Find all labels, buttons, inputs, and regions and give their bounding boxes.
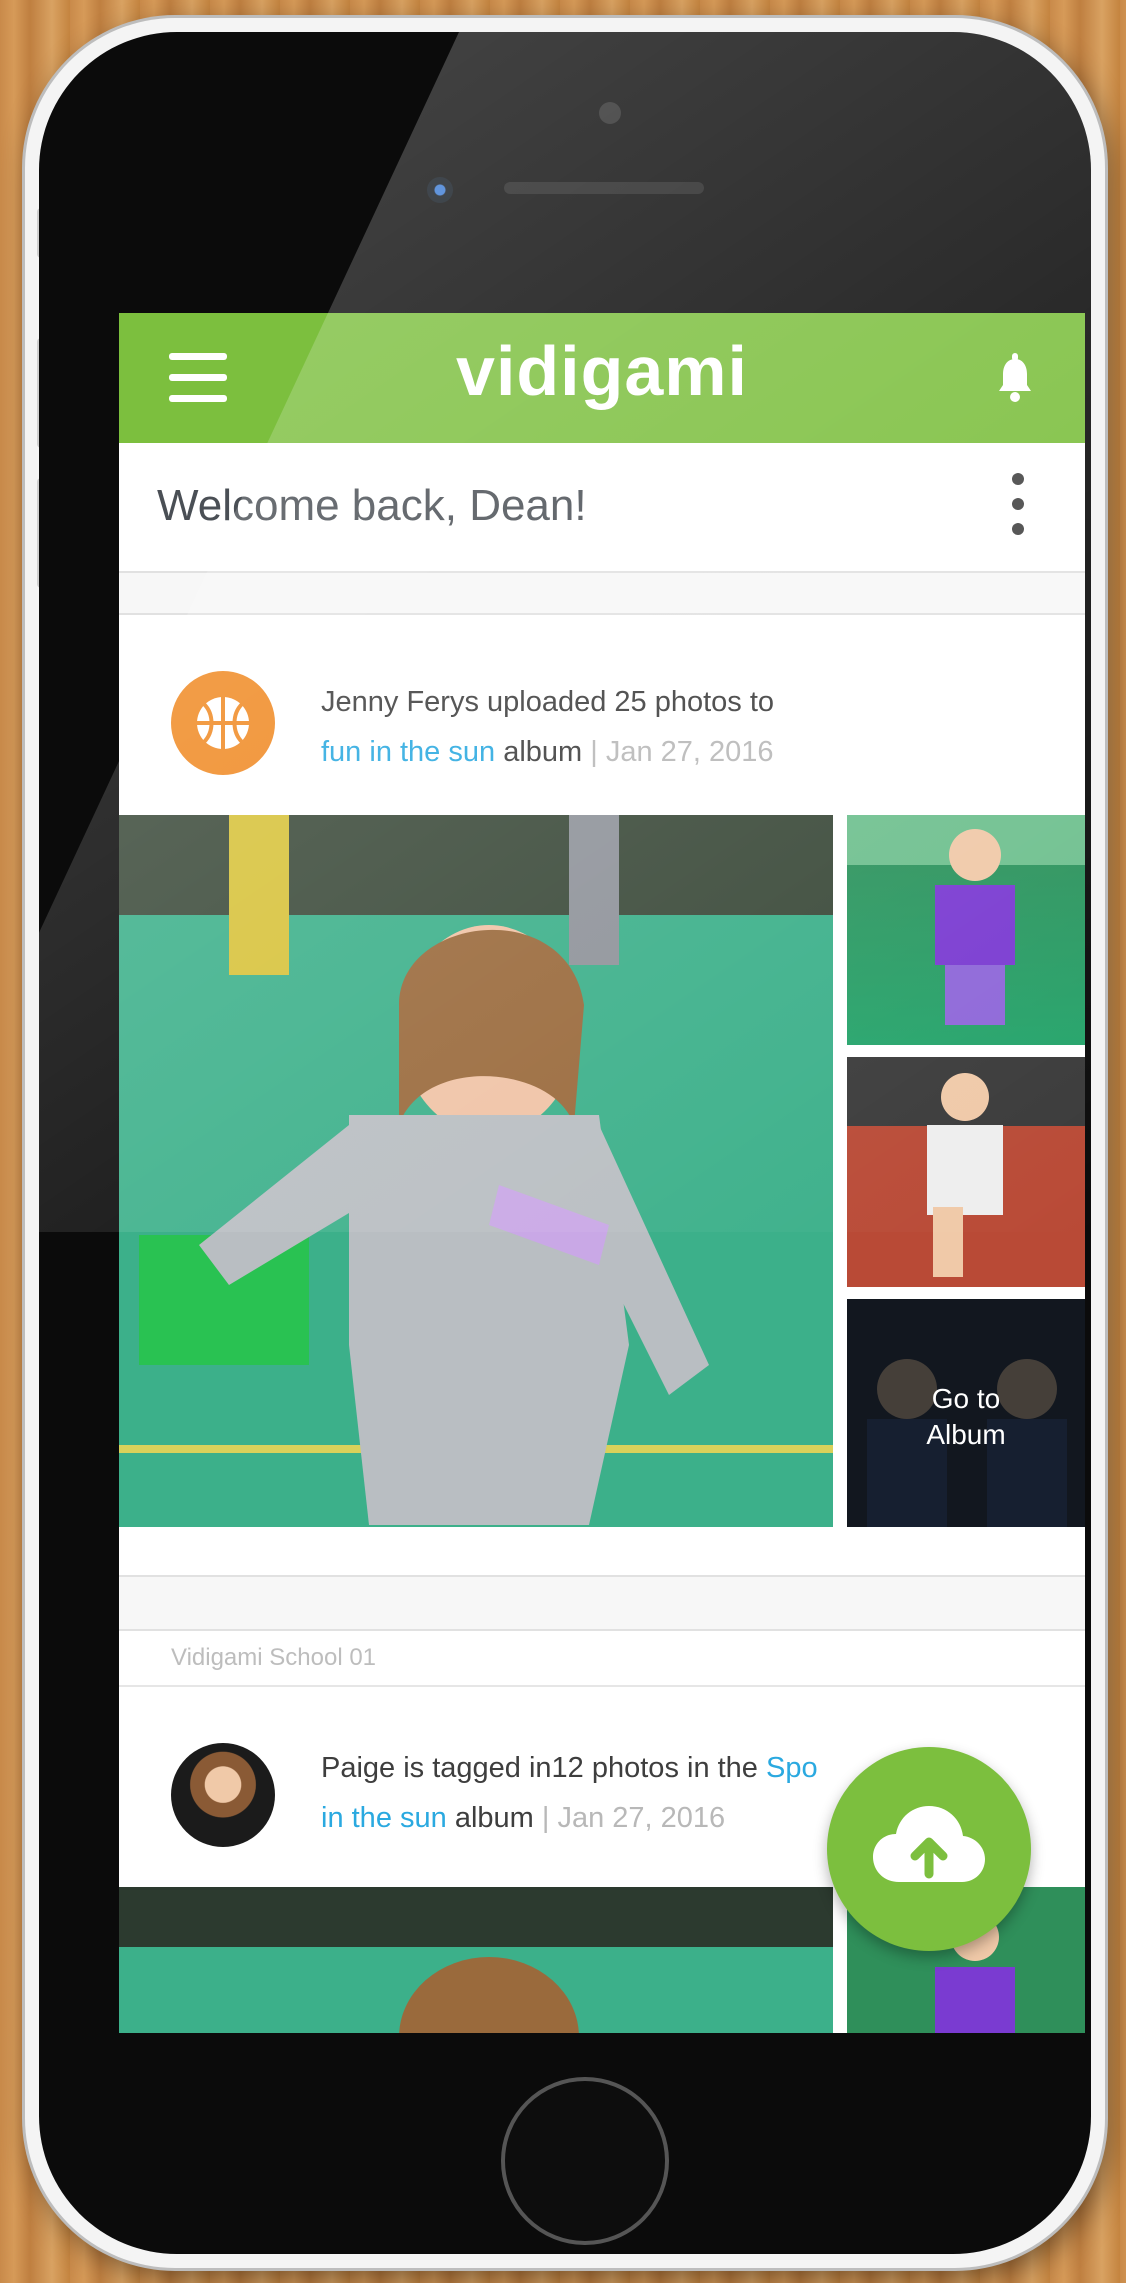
album-link[interactable]: fun in the sun <box>321 736 495 768</box>
activity-text-before: Jenny Ferys uploaded 25 photos to <box>321 686 775 718</box>
phone-device: vidigami Welcome back, Dean! Jenny Ferys… <box>25 18 1105 2268</box>
activity-date: Jan 27, 2016 <box>605 736 774 768</box>
home-button[interactable] <box>501 2077 669 2245</box>
brand-logo: vidigami <box>456 332 748 410</box>
activity-row: Jenny Ferys uploaded 25 photos to fun in… <box>119 615 1085 815</box>
photo-main[interactable] <box>119 815 833 1527</box>
photo-grid: Go to Album <box>119 815 1085 1527</box>
photo-thumb-2[interactable] <box>847 1057 1085 1287</box>
front-sensor <box>599 102 621 124</box>
album-link-2b[interactable]: in the sun <box>321 1802 447 1834</box>
cloud-upload-icon <box>869 1802 989 1897</box>
album-link-2a[interactable]: Spo <box>766 1752 818 1784</box>
feed-divider <box>119 573 1085 615</box>
activity-text: Jenny Ferys uploaded 25 photos to fun in… <box>321 677 774 777</box>
school-label: Vidigami School 01 <box>119 1631 1085 1687</box>
activity-text-before-2: Paige is tagged in12 photos in the <box>321 1752 766 1784</box>
upload-fab[interactable] <box>827 1747 1031 1951</box>
front-camera <box>427 177 453 203</box>
app-bar: vidigami <box>119 313 1085 443</box>
album-suffix: album <box>495 736 583 768</box>
album-suffix-2: album <box>446 1802 534 1834</box>
welcome-title: Welcome back, Dean! <box>157 481 587 530</box>
photo-main-2[interactable] <box>119 1887 833 2033</box>
earpiece-speaker <box>504 182 704 194</box>
feed-divider-2 <box>119 1575 1085 1631</box>
feed-card: Jenny Ferys uploaded 25 photos to fun in… <box>119 615 1085 1527</box>
separator-2: | <box>533 1802 558 1834</box>
app-screen: vidigami Welcome back, Dean! Jenny Ferys… <box>119 313 1085 2033</box>
more-options-icon[interactable] <box>1011 473 1025 543</box>
activity-date-2: Jan 27, 2016 <box>557 1802 726 1834</box>
photo-thumb-1[interactable] <box>847 815 1085 1045</box>
go-to-album-label[interactable]: Go to Album <box>847 1381 1085 1453</box>
notification-bell-icon[interactable] <box>997 353 1033 403</box>
photo-thumb-go-to-album[interactable]: Go to Album <box>847 1299 1085 1527</box>
go-to-line-2: Album <box>926 1419 1006 1450</box>
welcome-header: Welcome back, Dean! <box>119 443 1085 573</box>
separator: | <box>582 736 606 768</box>
activity-text-2: Paige is tagged in12 photos in the Spo i… <box>321 1743 818 1843</box>
go-to-line-1: Go to <box>931 1383 1001 1414</box>
basketball-icon[interactable] <box>171 671 275 775</box>
user-avatar[interactable] <box>171 1743 275 1847</box>
